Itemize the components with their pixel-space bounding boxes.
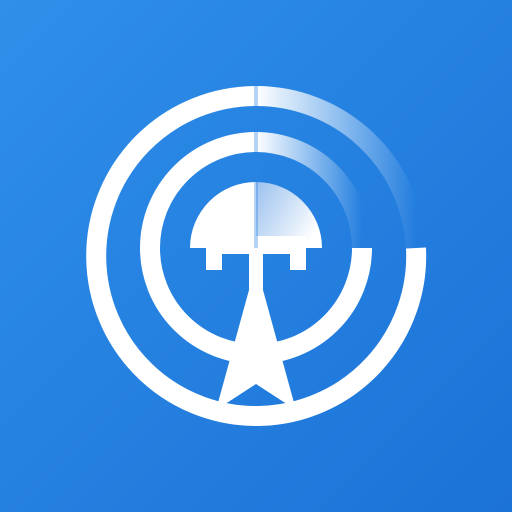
app-icon [0, 0, 512, 512]
broadcast-tower-icon [0, 0, 512, 512]
ring-seams [254, 80, 258, 248]
